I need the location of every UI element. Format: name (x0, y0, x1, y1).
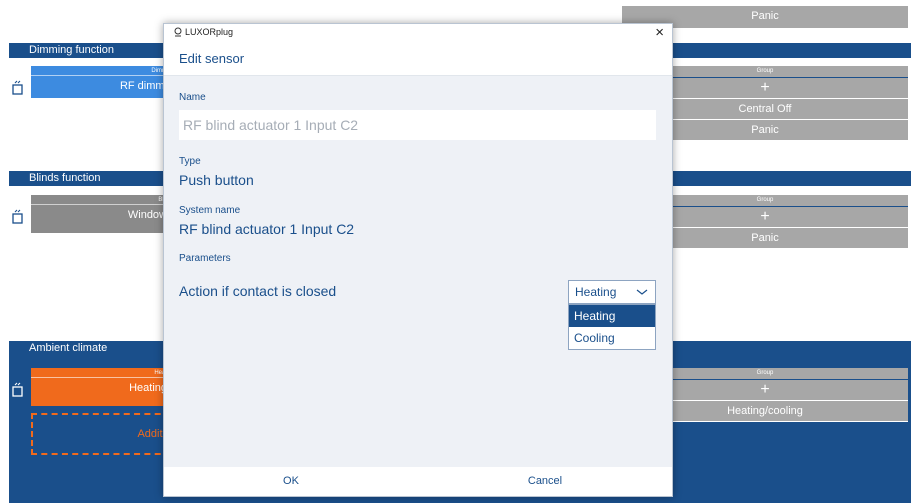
type-value: Push button (179, 172, 254, 188)
section-climate-label: Ambient climate (29, 342, 108, 354)
name-input[interactable] (179, 110, 656, 140)
tile-dimming[interactable]: Dimm RF dimmi (31, 66, 171, 98)
app-logo-icon (173, 27, 183, 40)
tile-heating-label: Heating (129, 382, 167, 394)
type-label: Type (179, 156, 201, 167)
dialog-heading: Edit sensor (179, 51, 245, 66)
action-select[interactable]: Heating (568, 280, 656, 304)
system-name-label: System name (179, 205, 241, 216)
section-blinds-label: Blinds function (29, 172, 101, 184)
device-icon (12, 382, 24, 398)
add-device-label: Additi (137, 428, 165, 440)
action-dropdown-list: Heating Cooling (568, 304, 656, 350)
device-icon (12, 80, 24, 96)
system-name-value: RF blind actuator 1 Input C2 (179, 221, 355, 237)
ok-button[interactable]: OK (164, 467, 418, 496)
dialog-footer: OK Cancel (164, 467, 672, 496)
tile-blinds-label: Window (127, 209, 167, 221)
tile-dimming-top: Dimm (31, 66, 171, 76)
dialog-titlebar[interactable]: LUXORplug × (164, 24, 672, 42)
option-heating[interactable]: Heating (569, 305, 655, 327)
add-device-placeholder[interactable]: Additi (31, 413, 171, 455)
action-label: Action if contact is closed (179, 283, 337, 299)
edit-sensor-dialog: LUXORplug × Edit sensor Name Type Push b… (163, 23, 673, 497)
dialog-body: Name Type Push button System name RF bli… (164, 76, 672, 469)
cancel-button[interactable]: Cancel (418, 467, 672, 496)
dialog-app-title: LUXORplug (185, 27, 234, 37)
action-select-value: Heating (575, 285, 617, 299)
tile-heating[interactable]: Heat Heating (31, 368, 171, 406)
tile-dimming-label: RF dimmi (119, 80, 167, 92)
parameters-label: Parameters (179, 253, 231, 264)
name-label: Name (179, 92, 206, 103)
tile-heating-top: Heat (31, 368, 171, 378)
section-dimming-label: Dimming function (29, 44, 114, 56)
option-cooling[interactable]: Cooling (569, 327, 655, 349)
device-icon (12, 209, 24, 225)
close-icon[interactable]: × (655, 24, 664, 41)
tile-blinds[interactable]: Blir Window (31, 195, 171, 233)
tile-blinds-top: Blir (31, 195, 171, 205)
